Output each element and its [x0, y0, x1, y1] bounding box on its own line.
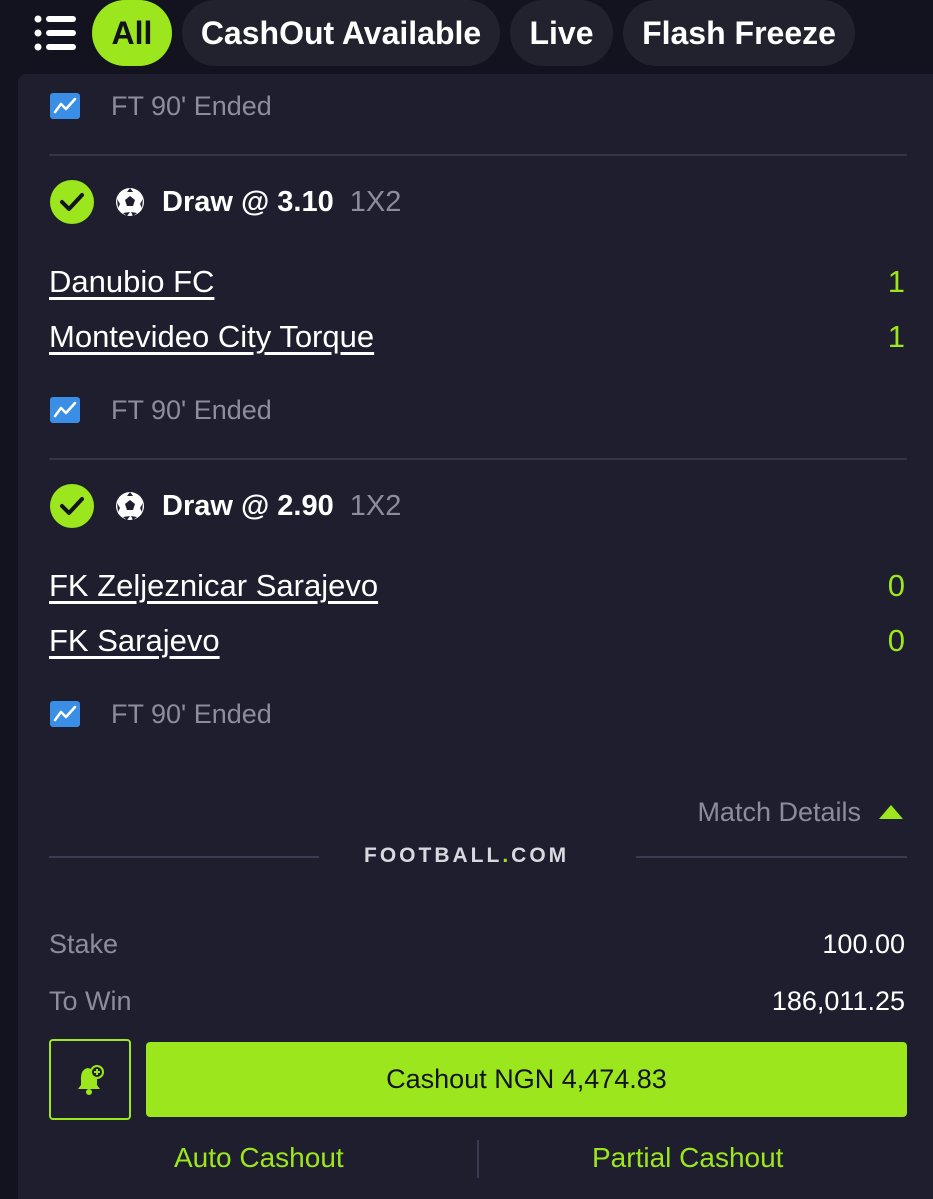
- tab-live[interactable]: Live: [510, 0, 613, 66]
- football-icon: [116, 188, 144, 216]
- home-score: 1: [887, 264, 905, 299]
- away-score: 1: [887, 319, 905, 354]
- away-team-link[interactable]: Montevideo City Torque: [49, 319, 374, 355]
- match-status-text: FT 90' Ended: [111, 698, 272, 729]
- home-team-link[interactable]: Danubio FC: [49, 264, 214, 300]
- match-details-toggle[interactable]: Match Details: [697, 794, 903, 830]
- auto-cashout-link[interactable]: Auto Cashout: [174, 1142, 344, 1174]
- stats-chart-icon[interactable]: [50, 93, 80, 119]
- bell-plus-icon: [78, 1064, 104, 1095]
- filter-bar: All CashOut Available Live Flash Freeze: [0, 0, 933, 66]
- cashout-alert-button[interactable]: [49, 1039, 131, 1120]
- tab-flash-freeze[interactable]: Flash Freeze: [623, 0, 855, 66]
- stake-label: Stake: [49, 929, 119, 959]
- away-score: 0: [887, 623, 905, 658]
- home-team-link[interactable]: FK Zeljeznicar Sarajevo: [49, 568, 378, 604]
- home-score: 0: [887, 568, 905, 603]
- away-team-link[interactable]: FK Sarajevo: [49, 623, 220, 659]
- partial-cashout-link[interactable]: Partial Cashout: [592, 1142, 783, 1174]
- stake-value: 100.00: [822, 929, 905, 959]
- match-status-text: FT 90' Ended: [111, 394, 272, 425]
- match-status-text: FT 90' Ended: [111, 90, 272, 121]
- brand-divider-left: [49, 856, 319, 858]
- football-com-logo: FOOTBALL.COM: [364, 844, 570, 867]
- match-status-row: FT 90' Ended: [50, 91, 272, 121]
- stats-chart-icon[interactable]: [50, 397, 80, 423]
- to-win-label: To Win: [49, 986, 132, 1016]
- cashout-button[interactable]: Cashout NGN 4,474.83: [146, 1042, 907, 1117]
- match-status-row: FT 90' Ended: [50, 395, 272, 425]
- selection-market: 1X2: [349, 185, 402, 218]
- match-details-label: Match Details: [697, 796, 861, 827]
- selection-pick: Draw @ 3.10: [162, 185, 334, 218]
- match-status-row: FT 90' Ended: [50, 699, 272, 729]
- divider: [49, 154, 907, 156]
- tab-cashout-available[interactable]: CashOut Available: [182, 0, 500, 66]
- selection-header: Draw @ 2.90 1X2: [50, 484, 401, 528]
- divider: [49, 458, 907, 460]
- hamburger-list-icon[interactable]: [34, 14, 78, 52]
- football-icon: [116, 492, 144, 520]
- won-check-icon: [50, 484, 94, 528]
- bet-card: FT 90' Ended Draw @ 3.10 1X2 Danubio FC …: [18, 74, 933, 1199]
- to-win-value: 186,011.25: [771, 986, 905, 1016]
- selection-pick: Draw @ 2.90: [162, 489, 334, 522]
- selection-header: Draw @ 3.10 1X2: [50, 180, 401, 224]
- link-separator: [477, 1140, 479, 1178]
- stats-chart-icon[interactable]: [50, 701, 80, 727]
- selection-market: 1X2: [349, 489, 402, 522]
- tab-all[interactable]: All: [92, 0, 172, 66]
- caret-up-icon: [879, 805, 903, 819]
- brand-divider-right: [636, 856, 907, 858]
- won-check-icon: [50, 180, 94, 224]
